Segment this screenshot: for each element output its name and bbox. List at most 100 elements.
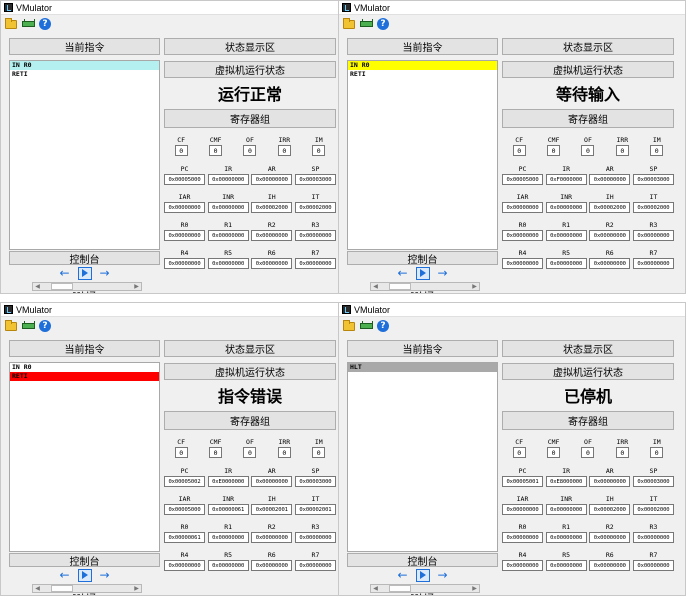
left-arrow-icon[interactable]: ← (59, 267, 69, 279)
hz-label: HZ (81, 290, 96, 293)
instruction-item[interactable]: RETI (348, 70, 497, 79)
register-label: AR (267, 165, 276, 173)
flag-label: CF (177, 136, 186, 144)
instruction-list[interactable]: IN R0 RETI (347, 60, 498, 250)
slider-left-arrow-icon[interactable]: ◀ (33, 283, 42, 290)
register-label: R4 (518, 249, 527, 257)
register-label: IT (311, 495, 320, 503)
instruction-item[interactable]: IN R0 (10, 363, 159, 372)
right-arrow-icon[interactable]: → (438, 267, 448, 279)
slider-right-arrow-icon[interactable]: ▶ (132, 283, 141, 290)
app-icon (342, 3, 351, 12)
flag-label: CMF (547, 136, 560, 144)
console-controls: ← → (347, 568, 498, 582)
slider-track[interactable] (380, 585, 470, 592)
register-value: 0x00003000 (632, 476, 674, 487)
play-icon[interactable] (77, 266, 92, 280)
register-value: 0x00000000 (589, 174, 631, 185)
help-icon[interactable]: ? (38, 319, 52, 333)
flag-value: 0 (277, 447, 291, 458)
flag-cf: CF 0 (167, 136, 195, 160)
memory-chip-icon[interactable] (359, 319, 373, 333)
folder-open-icon[interactable] (342, 17, 356, 31)
register-r2: R2 0x00000000 (589, 220, 631, 244)
memory-chip-icon[interactable] (21, 17, 35, 31)
register-value: 0x00000000 (502, 258, 543, 269)
register-label: R5 (562, 249, 571, 257)
register-value: 0xF0000000 (545, 174, 587, 185)
vm-status-text: 等待输入 (555, 87, 620, 104)
register-value: 0x00000000 (545, 202, 587, 213)
slider-left-arrow-icon[interactable]: ◀ (371, 283, 380, 290)
slider-thumb[interactable] (51, 283, 73, 290)
register-value: 0x00005000 (502, 174, 543, 185)
play-icon[interactable] (415, 568, 430, 582)
register-value: 0x00000000 (545, 560, 587, 571)
play-icon[interactable] (77, 568, 92, 582)
status-area-header: 状态显示区 (502, 340, 674, 357)
status-area-header: 状态显示区 (502, 38, 674, 55)
folder-open-icon[interactable] (342, 319, 356, 333)
slider-thumb[interactable] (389, 585, 411, 592)
slider-right-arrow-icon[interactable]: ▶ (470, 585, 479, 592)
register-r3: R3 0x00000000 (294, 220, 336, 244)
flag-cmf: CMF 0 (202, 438, 230, 462)
right-arrow-icon[interactable]: → (100, 569, 110, 581)
slider-track[interactable] (380, 283, 470, 290)
register-value: 0x00003000 (294, 174, 336, 185)
slider-track[interactable] (42, 283, 132, 290)
slider-left-arrow-icon[interactable]: ◀ (33, 585, 42, 592)
left-arrow-icon[interactable]: ← (59, 569, 69, 581)
vm-status-header: 虚拟机运行状态 (164, 363, 336, 380)
register-r5: R5 0x00000000 (207, 248, 249, 272)
memory-chip-icon[interactable] (21, 319, 35, 333)
instruction-item[interactable]: RETI (10, 372, 159, 381)
help-icon[interactable]: ? (38, 17, 52, 31)
register-inr: INR 0x00000061 (207, 494, 249, 518)
slider-right-arrow-icon[interactable]: ▶ (470, 283, 479, 290)
instruction-list[interactable]: IN R0 RETI (9, 60, 160, 250)
instruction-list[interactable]: IN R0 RETI (9, 362, 160, 552)
slider-right-arrow-icon[interactable]: ▶ (132, 585, 141, 592)
left-arrow-icon[interactable]: ← (397, 267, 407, 279)
register-value: 0x00000000 (502, 202, 543, 213)
help-icon[interactable]: ? (376, 319, 390, 333)
frequency-display: HZ (347, 592, 498, 595)
right-arrow-icon[interactable]: → (438, 569, 448, 581)
instruction-item[interactable]: IN R0 (348, 61, 497, 70)
instruction-list[interactable]: HLT (347, 362, 498, 552)
register-r5: R5 0x00000000 (207, 550, 249, 574)
title-bar: VMulator (1, 1, 347, 15)
register-sp: SP 0x00003000 (632, 164, 674, 188)
toolbar: ? (1, 317, 347, 335)
folder-open-icon[interactable] (4, 17, 18, 31)
instruction-item[interactable]: HLT (348, 363, 497, 372)
register-row: PC 0x00005000 IR 0x00000000 AR 0x00000000 SP 0x… (164, 164, 336, 188)
help-icon[interactable]: ? (376, 17, 390, 31)
flag-im: IM 0 (643, 438, 671, 462)
slider-track[interactable] (42, 585, 132, 592)
slider-left-arrow-icon[interactable]: ◀ (371, 585, 380, 592)
flag-value: 0 (547, 145, 561, 156)
vm-status-text: 已停机 (563, 389, 612, 406)
toolbar: ? (1, 15, 347, 33)
register-value: 0x00000000 (164, 258, 205, 269)
register-value: 0x00000000 (502, 504, 543, 515)
slider-thumb[interactable] (389, 283, 411, 290)
toolbar: ? (339, 15, 685, 33)
flag-value: 0 (277, 145, 291, 156)
slider-thumb[interactable] (51, 585, 73, 592)
right-arrow-icon[interactable]: → (100, 267, 110, 279)
left-arrow-icon[interactable]: ← (397, 569, 407, 581)
flag-im: IM 0 (305, 136, 333, 160)
memory-chip-icon[interactable] (359, 17, 373, 31)
instruction-item[interactable]: RETI (10, 70, 159, 79)
vm-status-header: 虚拟机运行状态 (502, 363, 674, 380)
register-value: 0x00000000 (207, 560, 249, 571)
register-label: R0 (180, 221, 189, 229)
instruction-item[interactable]: IN R0 (10, 61, 159, 70)
register-value: 0x00000000 (632, 230, 674, 241)
folder-open-icon[interactable] (4, 319, 18, 333)
play-icon[interactable] (415, 266, 430, 280)
flag-label: IM (314, 438, 323, 446)
